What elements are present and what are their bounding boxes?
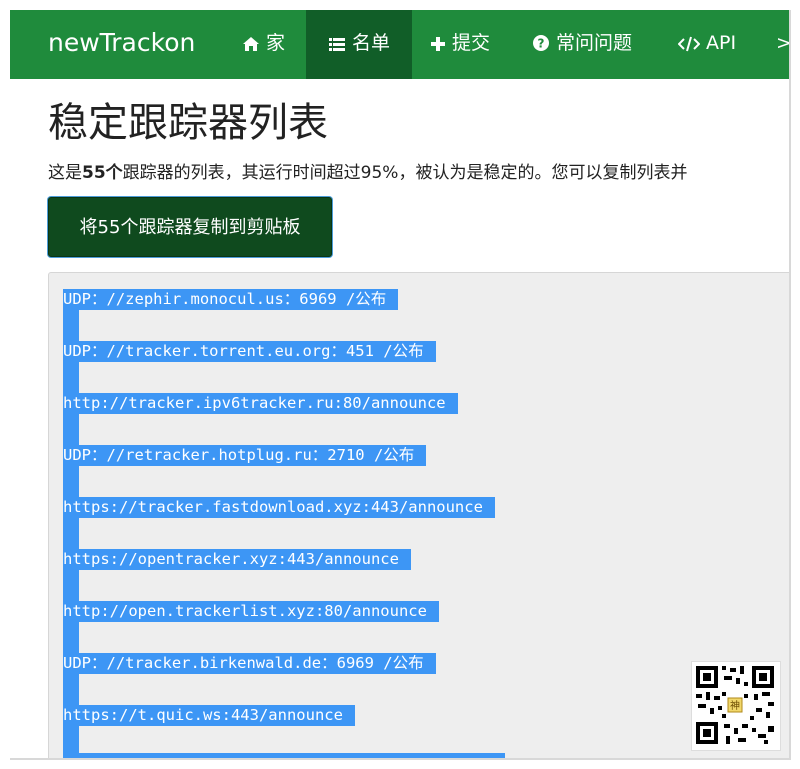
navbar: newTrackon 家 名单 提交 ? 常问问题 API > <box>10 10 789 79</box>
nav-item-label: 常问问题 <box>556 32 633 54</box>
tracker-entry[interactable]: UDP：//zephir.monocul.us：6969 /公布 <box>63 289 399 310</box>
tracker-entry[interactable]: http://tracker.ipv6tracker.ru:80/announc… <box>63 393 458 414</box>
desc-prefix: 这是 <box>48 163 82 183</box>
terminal-icon: >_ <box>776 32 789 54</box>
selection-gap <box>63 362 79 393</box>
nav-item-api[interactable]: API <box>677 10 737 79</box>
page-description: 这是55个跟踪器的列表，其运行时间超过95%，被认为是稳定的。您可以复制列表并 <box>48 158 687 183</box>
plus-icon <box>431 37 445 51</box>
tracker-entry[interactable]: UDP：//tracker.birkenwald.de：6969 /公布 <box>63 653 436 674</box>
tracker-list[interactable]: UDP：//zephir.monocul.us：6969 /公布 UDP：//t… <box>48 272 789 758</box>
code-icon <box>677 36 701 52</box>
nav-item-label: API <box>706 32 737 54</box>
tracker-entry[interactable]: https://t.quic.ws:443/announce <box>63 705 355 726</box>
selection-gap <box>63 622 79 653</box>
nav-item-label: 提交 <box>452 32 491 54</box>
tracker-entry[interactable]: UDP：//retracker.hotplug.ru：2710 /公布 <box>63 445 427 466</box>
frame-border-right <box>789 10 791 760</box>
copy-to-clipboard-button[interactable]: 将55个跟踪器复制到剪贴板 <box>48 197 332 257</box>
tracker-entry[interactable]: UDP：//tracker.torrent.eu.org：451 /公布 <box>63 341 436 362</box>
qr-center-glyph: 神 <box>730 699 740 712</box>
nav-item-terminal[interactable]: >_ <box>776 10 789 79</box>
desc-suffix: 跟踪器的列表，其运行时间超过95%，被认为是稳定的。您可以复制列表并 <box>122 163 688 183</box>
desc-count: 55个 <box>82 163 123 183</box>
nav-item-label: 家 <box>266 32 286 54</box>
nav-item-list[interactable]: 名单 <box>306 10 412 79</box>
selection-gap <box>63 674 79 705</box>
browser-viewport: newTrackon 家 名单 提交 ? 常问问题 API > 稳定跟踪器列表 … <box>10 10 789 758</box>
qr-code: 神 <box>691 661 781 751</box>
tracker-entry[interactable]: https://tracker.fastdownload.xyz:443/ann… <box>63 497 495 518</box>
question-icon: ? <box>533 35 549 51</box>
nav-item-label: 名单 <box>351 32 390 54</box>
list-icon <box>328 38 345 51</box>
home-icon <box>243 37 259 51</box>
nav-item-submit[interactable]: 提交 <box>430 10 490 79</box>
selection-gap <box>63 310 79 341</box>
selection-gap <box>63 570 79 601</box>
selection-gap <box>63 414 79 445</box>
tracker-entry[interactable]: http://open.trackerlist.xyz:80/announce <box>63 601 439 622</box>
nav-item-home[interactable]: 家 <box>230 10 297 79</box>
nav-item-faq[interactable]: ? 常问问题 <box>532 10 632 79</box>
frame-border-bottom <box>10 758 791 760</box>
tracker-entry[interactable]: https://opentracker.xyz:443/announce <box>63 549 411 570</box>
qr-code-icon: 神 <box>696 666 774 744</box>
page-title: 稳定跟踪器列表 <box>48 100 328 146</box>
brand-logo[interactable]: newTrackon <box>48 28 195 57</box>
svg-text:?: ? <box>538 37 545 51</box>
selection-gap <box>63 518 79 549</box>
selection-gap <box>63 466 79 497</box>
